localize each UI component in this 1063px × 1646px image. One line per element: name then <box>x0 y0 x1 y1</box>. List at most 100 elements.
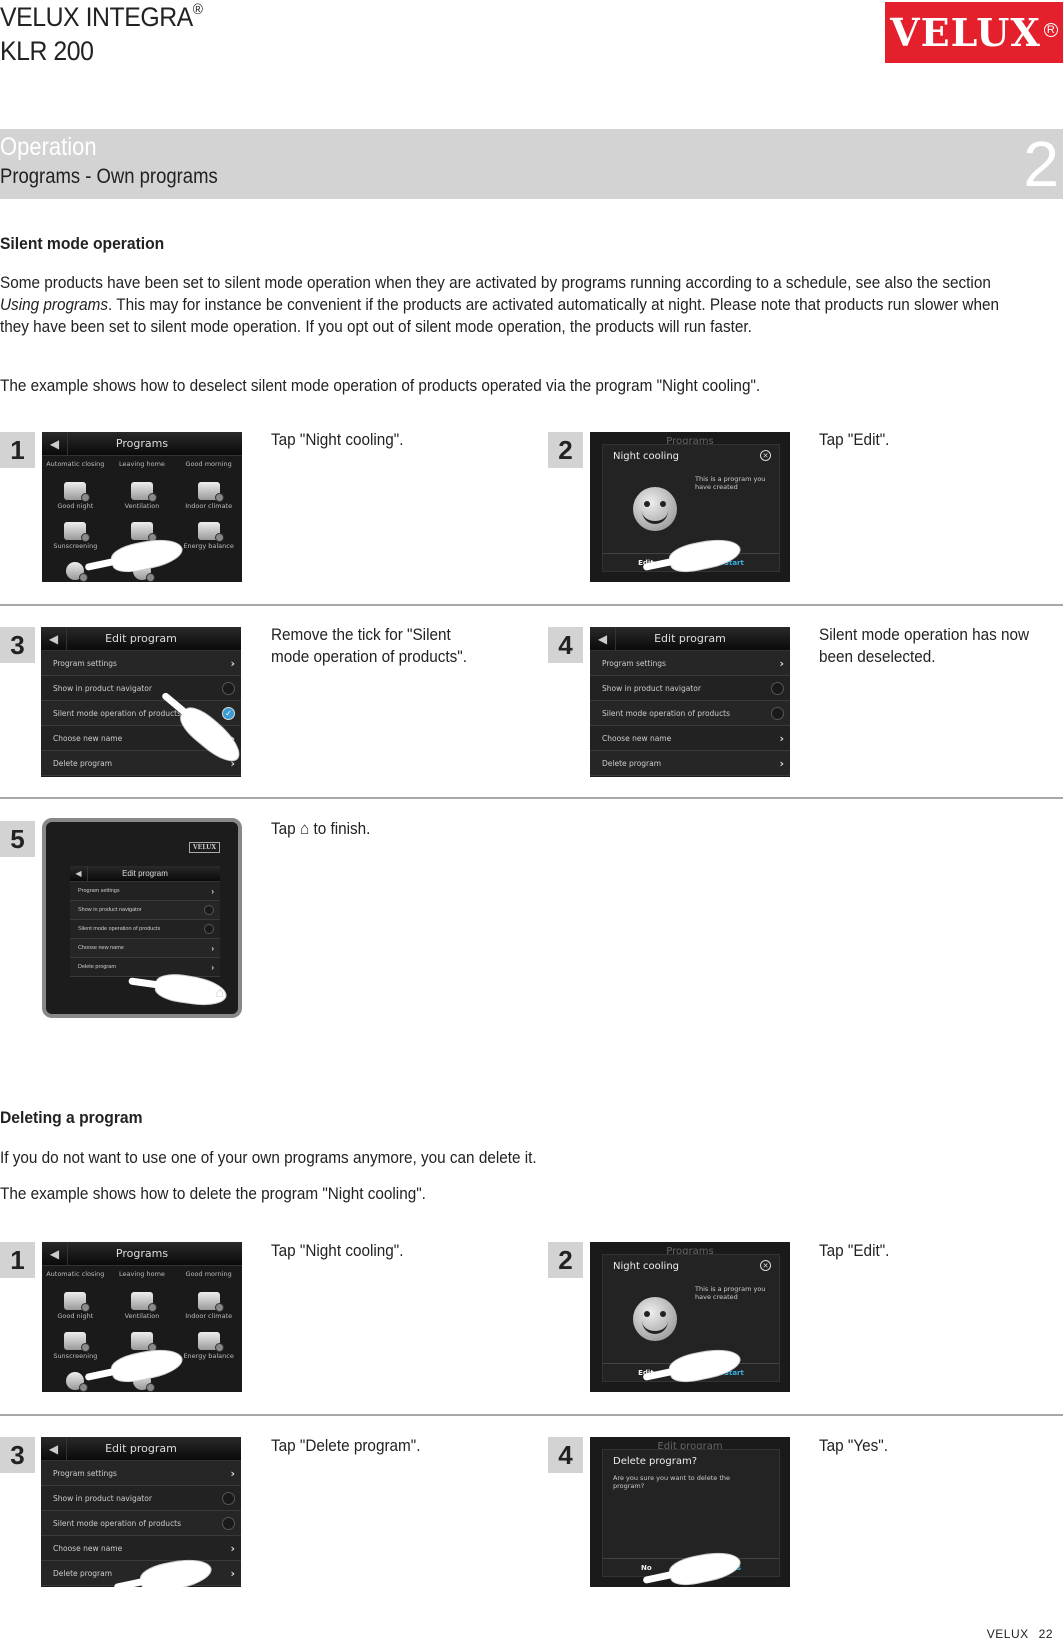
checkbox-checked-icon: ✓ <box>222 706 235 720</box>
step-instruction: Tap "Edit". <box>819 1241 890 1260</box>
step-instruction: Remove the tick for "Silent mode operati… <box>271 625 467 666</box>
deleting-heading: Deleting a program <box>0 1108 143 1127</box>
screen-title: Programs <box>115 1247 169 1260</box>
house-fan-icon <box>130 482 157 502</box>
step-instruction: Tap "Delete program". <box>271 1436 421 1455</box>
radio-unchecked-icon <box>222 1516 235 1530</box>
step-instruction: Silent mode operation has now been desel… <box>819 625 1030 666</box>
chevron-right-icon: › <box>211 943 214 953</box>
home-icon[interactable]: ⌂ <box>216 984 224 1000</box>
screen-title: Edit program <box>105 632 177 645</box>
dialog-title: Night cooling <box>613 451 680 462</box>
edit-program-screen: ◀ Edit program Program settings › Show in … <box>41 627 241 777</box>
chevron-right-icon: › <box>779 756 784 770</box>
step-badge: 3 <box>0 1437 35 1473</box>
screen-title: Edit program <box>654 632 726 645</box>
dialog-body: This is a program you have created <box>695 1285 766 1301</box>
dialog-body: Are you sure you want to delete the prog… <box>613 1474 730 1490</box>
edit-program-list: Program settings › Show in product naviga… <box>41 1461 241 1586</box>
step-badge: 3 <box>0 627 35 663</box>
screen-header: ◀ Edit program <box>70 865 220 882</box>
intro-text-cont: . This may for instance be convenient if… <box>0 295 1000 336</box>
sun-house-icon <box>64 1332 91 1352</box>
list-item: Show in product navigator <box>41 1486 241 1511</box>
divider <box>0 1414 1063 1416</box>
page-number: 22 <box>1038 1627 1053 1641</box>
divider <box>0 604 1063 606</box>
list-item: Delete program › <box>41 751 241 776</box>
screen-header: ◀ Programs <box>42 432 242 456</box>
chapter-number: 2 <box>1023 128 1059 200</box>
edit-program-list: Program settings › Show in product naviga… <box>590 651 790 776</box>
programs-screen: ◀ Programs Automatic closing Leaving home… <box>42 432 242 582</box>
chevron-right-icon: › <box>230 656 235 670</box>
no-button: No <box>640 1563 652 1572</box>
list-item: Silent mode operation of products <box>70 920 220 939</box>
list-item: Show in product navigator <box>70 901 220 920</box>
dialog-title: Delete program? <box>613 1456 698 1467</box>
step-badge: 1 <box>0 432 35 468</box>
list-item: Choose new name › <box>41 1536 241 1561</box>
list-item: Delete program › <box>70 958 220 977</box>
device-screen: ◀ Edit program Program settings › Show in … <box>70 865 220 978</box>
dialog-title: Night cooling <box>613 1261 680 1272</box>
edit-program-screen: ◀ Edit program Program settings › Show in … <box>41 1437 241 1587</box>
smiley-icon <box>66 562 89 582</box>
list-item: Silent mode operation of products <box>41 1511 241 1536</box>
model-name: KLR 200 <box>0 36 94 66</box>
footer-brand: VELUX <box>986 1627 1029 1641</box>
document-title: VELUX INTEGRA® KLR 200 <box>0 0 203 68</box>
bed-icon <box>64 482 91 502</box>
house-fan-icon <box>130 1292 157 1312</box>
velux-logo: VELUX R <box>885 2 1063 63</box>
deleting-intro: If you do not want to use one of your ow… <box>0 1148 537 1167</box>
program-item: Good night <box>42 471 109 511</box>
chevron-right-icon: › <box>230 1466 235 1480</box>
program-item: Indoor climate <box>175 471 242 511</box>
program-item: Good morning <box>185 1269 232 1278</box>
radio-unchecked-icon <box>771 706 784 720</box>
thermometer-house-icon <box>197 1332 224 1352</box>
device-logo: VELUX <box>188 842 220 853</box>
registered-mark: ® <box>192 1 203 18</box>
step-badge: 5 <box>0 821 35 857</box>
thermometer-house-icon <box>197 522 224 542</box>
step-badge: 1 <box>0 1242 35 1278</box>
list-item: Program settings › <box>41 1461 241 1486</box>
using-programs-reference: Using programs <box>0 295 108 314</box>
list-item: Show in product navigator <box>41 676 241 701</box>
divider <box>0 797 1063 799</box>
list-item: Program settings › <box>41 651 241 676</box>
silent-mode-heading: Silent mode operation <box>0 234 165 253</box>
program-item: Leaving home <box>119 1269 165 1278</box>
logo-registered-icon: R <box>1043 22 1058 37</box>
silent-mode-intro: Some products have been set to silent mo… <box>0 272 1026 338</box>
program-item: Energy balance <box>175 511 242 551</box>
smiley-icon <box>633 487 677 531</box>
screen-header: ◀ Edit program <box>41 1437 241 1461</box>
sun-umbrella-icon <box>130 522 157 542</box>
step-instruction: Tap ⌂ to finish. <box>271 818 505 840</box>
chevron-right-icon: › <box>211 886 214 896</box>
step-instruction: Tap "Night cooling". <box>271 1241 404 1260</box>
intro-text: Some products have been set to silent mo… <box>0 273 991 292</box>
smiley-icon <box>66 1372 89 1392</box>
program-item: Energy balance <box>175 1321 242 1361</box>
program-item: Leaving home <box>119 459 165 468</box>
control-pad-device: VELUX ◀ Edit program Program settings › Sh… <box>42 818 242 1018</box>
list-item: Program settings › <box>70 882 220 901</box>
screen-title: Programs <box>115 437 169 450</box>
program-item: Indoor climate <box>175 1281 242 1321</box>
list-item: Delete program › <box>590 751 790 776</box>
chevron-right-icon: › <box>211 962 214 972</box>
radio-unchecked-icon <box>204 905 214 915</box>
radio-unchecked-icon <box>222 681 235 695</box>
list-item: Program settings › <box>590 651 790 676</box>
list-item: Choose new name › <box>70 939 220 958</box>
chevron-right-icon: › <box>230 1541 235 1555</box>
screen-header: ◀ Edit program <box>41 627 241 651</box>
step-instruction: Tap "Edit". <box>819 430 890 449</box>
screen-title: Edit program <box>122 869 168 878</box>
chevron-right-icon: › <box>779 656 784 670</box>
sun-house-icon <box>64 522 91 542</box>
